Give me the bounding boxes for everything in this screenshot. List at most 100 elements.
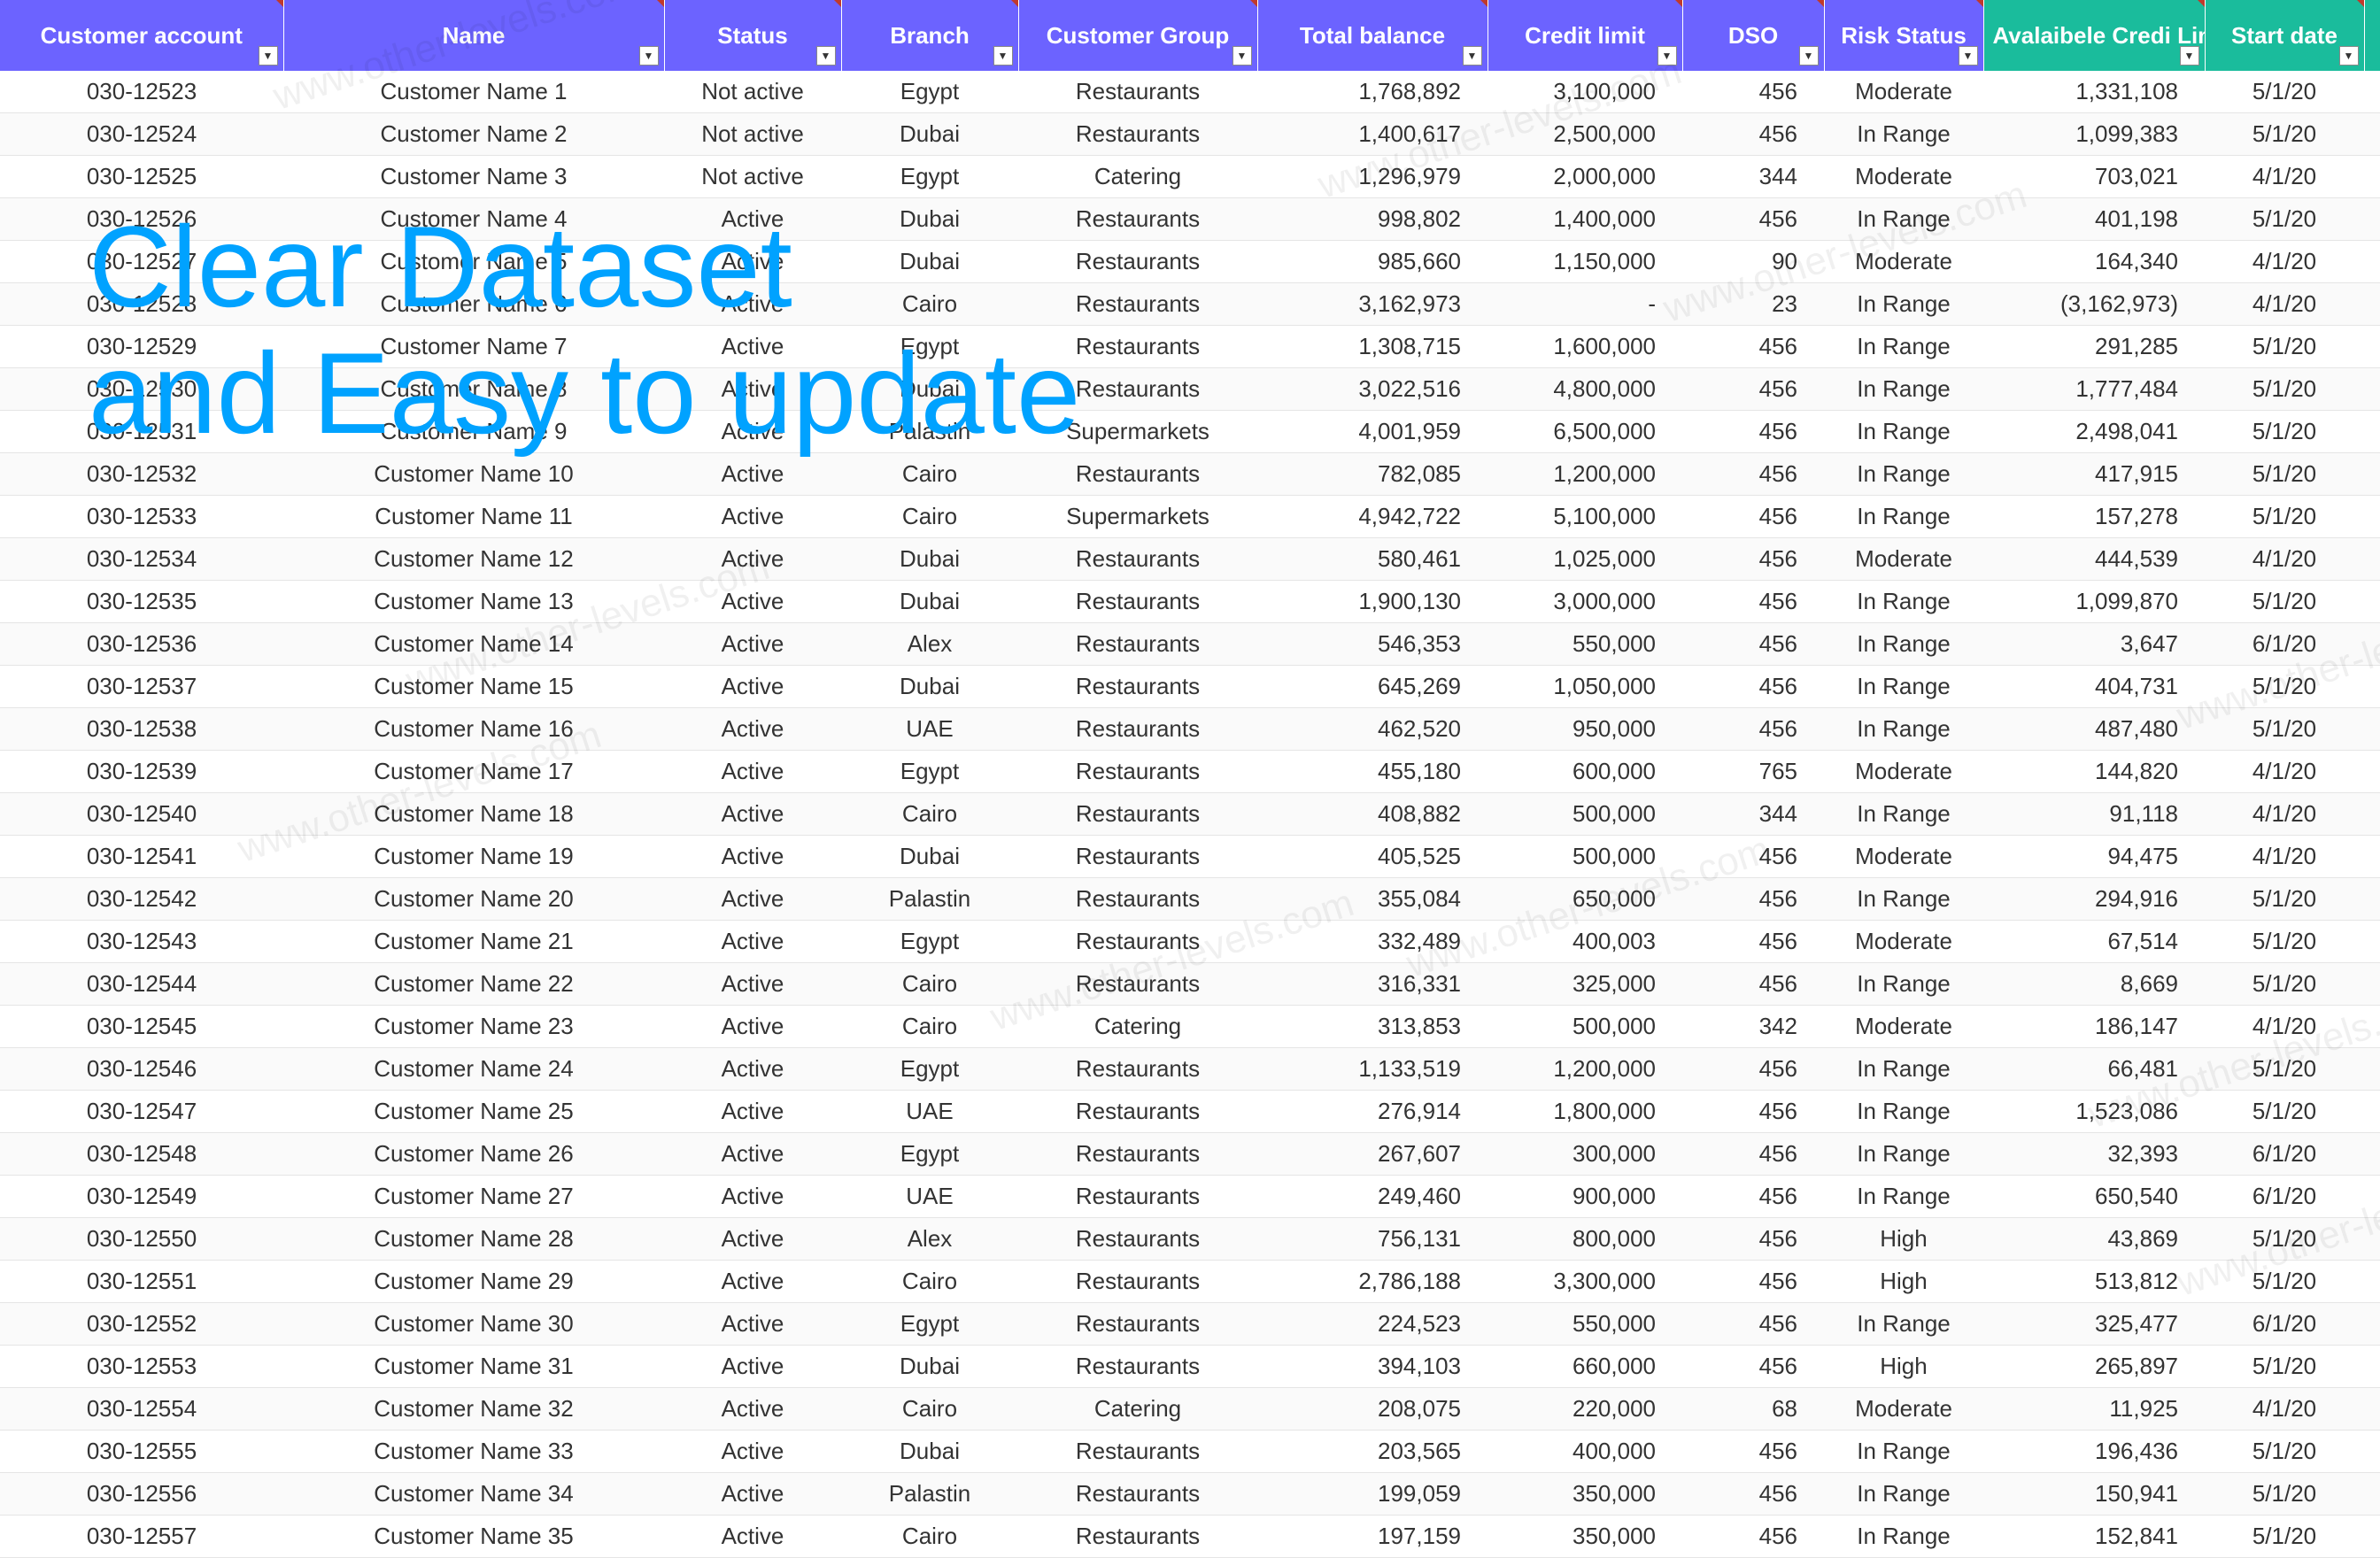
cell-group: Catering [1018,1006,1257,1048]
cell-credit: 800,000 [1488,1218,1682,1261]
cell-end: 4/7/23 [2364,963,2380,1006]
cell-branch: Dubai [841,836,1018,878]
cell-status: Active [664,1006,841,1048]
header-label: Branch [890,22,970,49]
cell-avail: 1,523,086 [1983,1091,2205,1133]
table-row: 030-12539Customer Name 17ActiveEgyptRest… [0,751,2380,793]
filter-dropdown-icon[interactable]: ▼ [2339,46,2359,66]
cell-dso: 456 [1682,623,1824,666]
cell-end: 4/7/23 [2364,538,2380,581]
cell-start: 5/1/20 [2205,71,2364,113]
filter-dropdown-icon[interactable]: ▼ [1658,46,1677,66]
cell-avail: 404,731 [1983,666,2205,708]
header-label: DSO [1728,22,1778,49]
cell-status: Active [664,1091,841,1133]
cell-name: Customer Name 27 [283,1176,664,1218]
cell-dso: 456 [1682,1133,1824,1176]
cell-start: 5/1/20 [2205,198,2364,241]
header-end: End date▼ [2364,0,2380,71]
cell-avail: (3,162,973) [1983,283,2205,326]
cell-account: 030-12529 [0,326,283,368]
cell-avail: 291,285 [1983,326,2205,368]
cell-branch: Alex [841,1218,1018,1261]
filter-dropdown-icon[interactable]: ▼ [259,46,278,66]
cell-group: Restaurants [1018,751,1257,793]
cell-dso: 23 [1682,283,1824,326]
cell-dso: 456 [1682,1516,1824,1558]
cell-end: 4/7/23 [2364,623,2380,666]
cell-group: Restaurants [1018,1261,1257,1303]
cell-account: 030-12542 [0,878,283,921]
cell-start: 4/1/20 [2205,283,2364,326]
cell-name: Customer Name 13 [283,581,664,623]
cell-branch: Dubai [841,1431,1018,1473]
filter-dropdown-icon[interactable]: ▼ [1232,46,1252,66]
cell-balance: 394,103 [1257,1346,1488,1388]
cell-branch: Alex [841,623,1018,666]
filter-dropdown-icon[interactable]: ▼ [1959,46,1978,66]
cell-account: 030-12550 [0,1218,283,1261]
cell-credit: 650,000 [1488,878,1682,921]
cell-name: Customer Name 16 [283,708,664,751]
filter-dropdown-icon[interactable]: ▼ [639,46,659,66]
cell-balance: 985,660 [1257,241,1488,283]
cell-end: 4/7/23 [2364,1473,2380,1516]
cell-dso: 765 [1682,751,1824,793]
cell-dso: 456 [1682,878,1824,921]
cell-balance: 197,159 [1257,1516,1488,1558]
cell-dso: 456 [1682,1346,1824,1388]
cell-account: 030-12556 [0,1473,283,1516]
cell-name: Customer Name 5 [283,241,664,283]
cell-end: 4/7/23 [2364,283,2380,326]
cell-status: Active [664,1473,841,1516]
cell-credit: 550,000 [1488,1303,1682,1346]
cell-branch: Dubai [841,666,1018,708]
cell-credit: 500,000 [1488,836,1682,878]
cell-account: 030-12541 [0,836,283,878]
cell-branch: UAE [841,1176,1018,1218]
cell-start: 5/1/20 [2205,708,2364,751]
cell-dso: 456 [1682,1176,1824,1218]
cell-start: 6/1/20 [2205,623,2364,666]
table-row: 030-12537Customer Name 15ActiveDubaiRest… [0,666,2380,708]
cell-name: Customer Name 22 [283,963,664,1006]
cell-balance: 313,853 [1257,1006,1488,1048]
cell-avail: 650,540 [1983,1176,2205,1218]
cell-avail: 8,669 [1983,963,2205,1006]
cell-status: Active [664,581,841,623]
cell-avail: 3,647 [1983,623,2205,666]
cell-dso: 456 [1682,411,1824,453]
cell-branch: Cairo [841,963,1018,1006]
cell-dso: 456 [1682,1218,1824,1261]
cell-risk: Moderate [1824,71,1983,113]
cell-branch: Egypt [841,751,1018,793]
cell-group: Restaurants [1018,1346,1257,1388]
filter-dropdown-icon[interactable]: ▼ [993,46,1013,66]
cell-risk: In Range [1824,1133,1983,1176]
header-label: Status [717,22,787,49]
filter-dropdown-icon[interactable]: ▼ [1463,46,1482,66]
cell-credit: 600,000 [1488,751,1682,793]
cell-account: 030-12545 [0,1006,283,1048]
filter-dropdown-icon[interactable]: ▼ [1799,46,1819,66]
filter-dropdown-icon[interactable]: ▼ [816,46,836,66]
cell-end: 4/7/23 [2364,198,2380,241]
cell-avail: 66,481 [1983,1048,2205,1091]
cell-dso: 456 [1682,538,1824,581]
cell-end: 4/7/23 [2364,1176,2380,1218]
cell-branch: Cairo [841,496,1018,538]
cell-risk: Moderate [1824,1388,1983,1431]
cell-credit: 6,500,000 [1488,411,1682,453]
cell-avail: 265,897 [1983,1346,2205,1388]
cell-end: 4/7/23 [2364,1388,2380,1431]
cell-account: 030-12526 [0,198,283,241]
cell-branch: Egypt [841,326,1018,368]
cell-account: 030-12539 [0,751,283,793]
cell-end: 4/7/23 [2364,71,2380,113]
cell-end: 4/7/23 [2364,878,2380,921]
cell-avail: 1,099,383 [1983,113,2205,156]
cell-avail: 417,915 [1983,453,2205,496]
cell-branch: Dubai [841,113,1018,156]
cell-risk: In Range [1824,1431,1983,1473]
filter-dropdown-icon[interactable]: ▼ [2180,46,2199,66]
